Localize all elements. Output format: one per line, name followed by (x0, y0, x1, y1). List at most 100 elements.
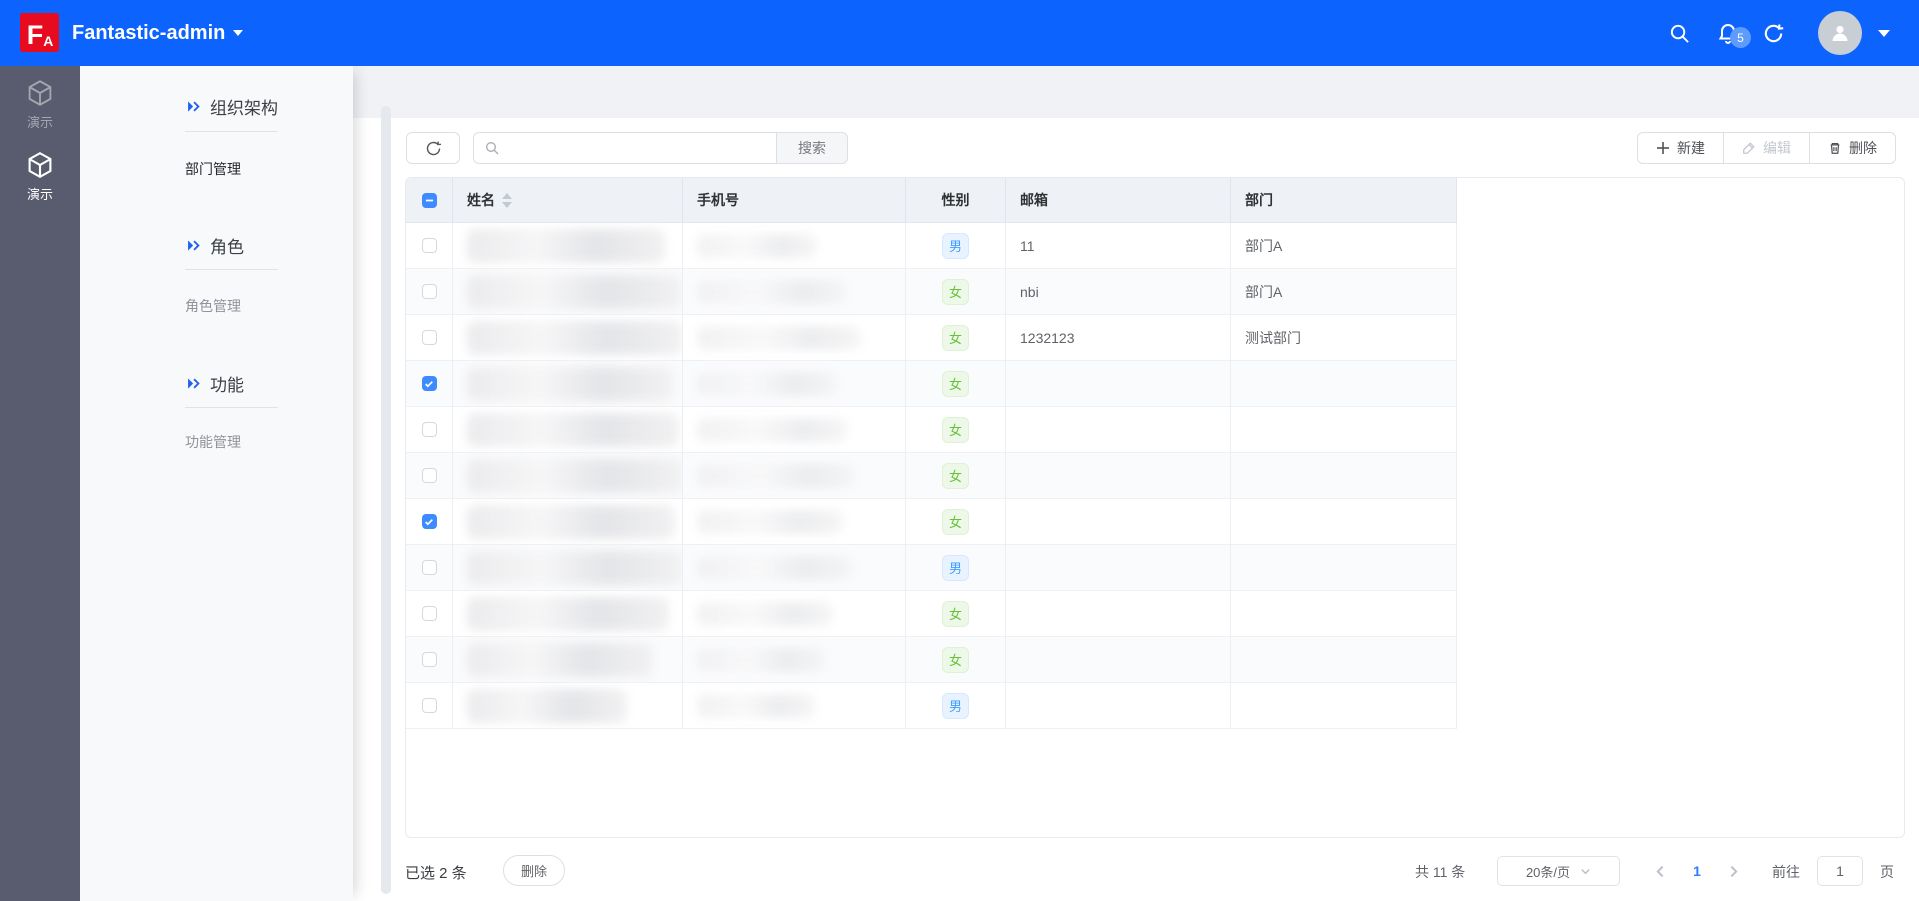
divider (185, 269, 278, 270)
column-label: 性别 (942, 190, 970, 210)
next-page-button[interactable] (1718, 856, 1748, 886)
app-root: FA Fantastic-admin 5 演示 (0, 0, 1919, 901)
dept-cell: 部门A (1231, 223, 1457, 269)
page-size-value: 20条/页 (1526, 862, 1570, 881)
row-checkbox[interactable] (422, 284, 437, 299)
refresh-table-button[interactable] (406, 132, 460, 164)
blurred-phone (697, 280, 847, 304)
search-field[interactable] (473, 132, 776, 164)
gender-tag: 女 (942, 509, 969, 535)
row-select-cell (406, 499, 453, 545)
row-checkbox[interactable] (422, 468, 437, 483)
new-button[interactable]: 新建 (1637, 132, 1724, 164)
goto-page-label: 前往 (1772, 862, 1800, 882)
row-checkbox[interactable] (422, 560, 437, 575)
email-cell: 11 (1006, 223, 1231, 269)
phone-cell (683, 499, 906, 545)
table-header: 姓名 手机号 性别 邮箱 部门 (406, 178, 1904, 223)
chevron-down-icon (1878, 30, 1890, 37)
row-select-cell (406, 315, 453, 361)
user-menu-caret[interactable] (1878, 0, 1890, 66)
menu-item-department-management[interactable]: 部门管理 (185, 159, 241, 179)
name-cell (453, 223, 683, 269)
menu-group-function[interactable]: 功能 (186, 371, 244, 396)
table-action-buttons: 新建 编辑 删除 (1637, 132, 1896, 164)
trash-icon (1828, 141, 1842, 155)
dept-cell (1231, 637, 1457, 683)
primary-sidebar: 演示 演示 (0, 66, 80, 901)
batch-delete-button[interactable]: 删除 (503, 855, 565, 886)
blurred-phone (697, 648, 825, 672)
blurred-phone (697, 602, 833, 626)
prev-page-button[interactable] (1645, 856, 1675, 886)
phone-cell (683, 453, 906, 499)
row-select-cell (406, 545, 453, 591)
edit-button[interactable]: 编辑 (1724, 132, 1810, 164)
dept-cell (1231, 453, 1457, 499)
name-cell (453, 545, 683, 591)
header-search-button[interactable] (1668, 0, 1691, 66)
header-gender: 性别 (906, 178, 1006, 223)
divider (185, 407, 278, 408)
blurred-name (467, 551, 682, 585)
page-number-1[interactable]: 1 (1682, 856, 1712, 886)
gender-cell: 男 (906, 545, 1006, 591)
total-count-text: 共 11 条 (1415, 862, 1465, 882)
email-cell: 1232123 (1006, 315, 1231, 361)
menu-item-function-management[interactable]: 功能管理 (185, 432, 241, 452)
gender-cell: 女 (906, 315, 1006, 361)
sidebar-item-demo-2[interactable]: 演示 (0, 150, 80, 203)
row-checkbox[interactable] (422, 238, 437, 253)
notifications-button[interactable]: 5 (1716, 0, 1740, 66)
gender-tag: 女 (942, 417, 969, 443)
sort-carets-icon[interactable] (502, 193, 512, 208)
header-name[interactable]: 姓名 (453, 178, 683, 223)
phone-cell (683, 591, 906, 637)
header-select-all-cell (406, 178, 453, 223)
delete-button[interactable]: 删除 (1810, 132, 1896, 164)
blurred-phone (697, 372, 837, 396)
row-checkbox[interactable] (422, 514, 437, 529)
blurred-name (467, 689, 627, 723)
table-search: 搜索 (473, 132, 848, 164)
search-input[interactable] (508, 140, 766, 156)
menu-group-organization[interactable]: 组织架构 (186, 94, 278, 119)
row-checkbox[interactable] (422, 330, 437, 345)
scrollbar-track[interactable] (381, 106, 391, 894)
double-arrow-icon (186, 238, 201, 253)
row-checkbox[interactable] (422, 606, 437, 621)
sidebar-item-demo-1[interactable]: 演示 (0, 78, 80, 131)
selected-count-text: 已选 2 条 (405, 862, 467, 883)
row-checkbox[interactable] (422, 376, 437, 391)
row-checkbox[interactable] (422, 422, 437, 437)
gender-tag: 女 (942, 647, 969, 673)
search-icon (1668, 22, 1691, 45)
menu-group-role[interactable]: 角色 (186, 233, 244, 258)
column-label: 部门 (1245, 190, 1273, 210)
chevron-right-icon (1727, 865, 1740, 878)
gender-tag: 女 (942, 279, 969, 305)
dept-cell (1231, 591, 1457, 637)
header-email: 邮箱 (1006, 178, 1231, 223)
phone-cell (683, 407, 906, 453)
menu-item-role-management[interactable]: 角色管理 (185, 296, 241, 316)
double-arrow-icon (186, 99, 201, 114)
goto-page-input[interactable] (1817, 856, 1863, 886)
row-checkbox[interactable] (422, 698, 437, 713)
select-all-checkbox[interactable] (422, 193, 437, 208)
reload-button[interactable] (1762, 0, 1785, 66)
user-avatar[interactable] (1818, 11, 1862, 55)
row-checkbox[interactable] (422, 652, 437, 667)
logo-letter-a: A (43, 30, 52, 52)
menu-group-title: 角色 (210, 233, 244, 258)
table-row: 女nbi部门A (406, 269, 1904, 315)
app-title-dropdown[interactable]: Fantastic-admin (72, 0, 243, 66)
phone-cell (683, 269, 906, 315)
notification-badge: 5 (1730, 27, 1751, 48)
table-row: 男 (406, 683, 1904, 729)
search-button[interactable]: 搜索 (776, 132, 848, 164)
row-select-cell (406, 223, 453, 269)
table-row: 女 (406, 499, 1904, 545)
header-phone: 手机号 (683, 178, 906, 223)
page-size-select[interactable]: 20条/页 (1497, 856, 1620, 886)
